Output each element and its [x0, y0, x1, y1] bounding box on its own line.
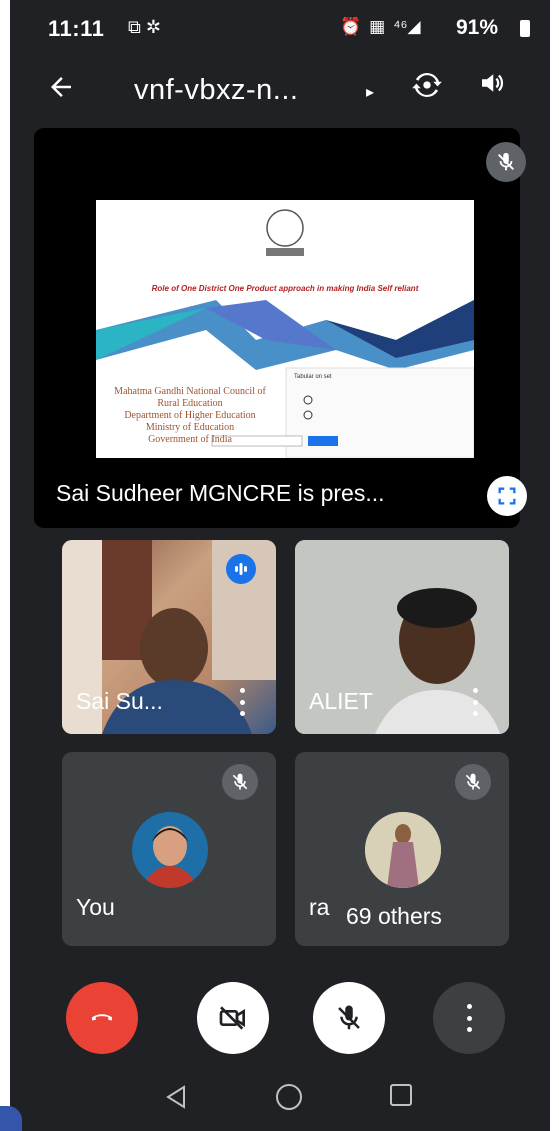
switch-camera-icon[interactable] — [410, 68, 444, 102]
others-count-chip[interactable]: 69 others — [332, 896, 456, 936]
participant-tile[interactable]: ALIET — [295, 540, 509, 734]
mic-off-icon — [338, 1005, 360, 1030]
data-saver-icon: ▦ — [369, 17, 386, 36]
more-vert-icon — [465, 1004, 473, 1032]
more-vert-icon[interactable] — [471, 688, 479, 716]
speaker-icon[interactable] — [477, 68, 511, 102]
mic-off-icon — [222, 764, 258, 800]
mic-off-icon — [455, 764, 491, 800]
meet-screen: 11:11 ⧉ ✲ ⏰ ▦ ⁴⁶◢ 91% vnf-vbxz-n... ▸ Ro… — [10, 0, 550, 1131]
system-nav-bar — [10, 1070, 550, 1130]
expand-icon[interactable]: ▸ — [366, 82, 374, 102]
participant-tile-self[interactable]: You — [62, 752, 276, 946]
status-time: 11:11 — [48, 16, 105, 41]
alarm-icon: ⏰ — [340, 17, 362, 36]
end-call-icon — [92, 1014, 112, 1021]
nav-back-icon[interactable] — [164, 1084, 188, 1115]
fullscreen-button[interactable] — [487, 476, 527, 516]
slide-title: Role of One District One Product approac… — [151, 284, 419, 293]
shared-slide: Role of One District One Product approac… — [96, 200, 474, 458]
nav-recents-icon[interactable] — [390, 1084, 412, 1106]
meeting-top-bar: vnf-vbxz-n... ▸ — [10, 62, 550, 118]
slide-organization: Mahatma Gandhi National Council of Rural… — [114, 386, 266, 445]
avatar — [365, 812, 441, 888]
participant-name: Sai Su... — [76, 688, 163, 714]
mic-off-icon — [486, 142, 526, 182]
system-icons: ⏰ ▦ ⁴⁶◢ — [340, 17, 421, 37]
end-call-button[interactable] — [66, 982, 138, 1054]
participant-tile[interactable]: Sai Su... — [62, 540, 276, 734]
arrow-left-icon[interactable] — [46, 72, 76, 110]
presenting-caption: Sai Sudheer MGNCRE is pres... — [56, 480, 385, 506]
camera-off-icon — [219, 1006, 245, 1030]
speaking-indicator-icon — [226, 554, 256, 584]
avatar — [132, 812, 208, 888]
camera-toggle-button[interactable] — [197, 982, 269, 1054]
battery-icon — [520, 20, 530, 37]
status-bar: 11:11 ⧉ ✲ ⏰ ▦ ⁴⁶◢ 91% — [10, 10, 550, 50]
more-options-button[interactable] — [433, 982, 505, 1054]
meeting-code[interactable]: vnf-vbxz-n... — [134, 74, 298, 107]
presentation-tile[interactable]: Role of One District One Product approac… — [34, 128, 527, 528]
participant-name: You — [76, 894, 115, 920]
notification-icons: ⧉ ✲ — [128, 17, 161, 37]
mic-toggle-button[interactable] — [313, 982, 385, 1054]
signal-icon: ⁴⁶◢ — [393, 17, 421, 36]
slide-poll-label: Tabular on set — [294, 374, 332, 380]
battery-percent: 91% — [456, 16, 499, 39]
fullscreen-icon — [498, 487, 516, 505]
participant-name: ALIET — [309, 688, 373, 714]
participant-name: ra — [309, 894, 330, 920]
nav-home-icon[interactable] — [276, 1084, 302, 1110]
more-vert-icon[interactable] — [238, 688, 246, 716]
